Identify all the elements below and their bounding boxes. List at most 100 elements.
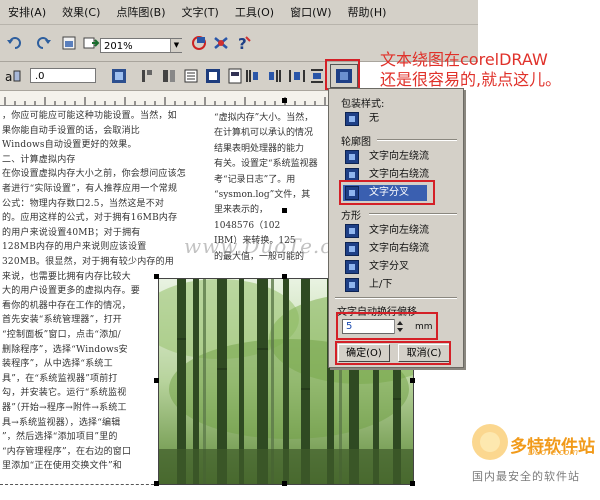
- bullet-icon[interactable]: [182, 67, 200, 85]
- document-text-line: 来说，也需要比拥有内存比较大: [2, 271, 131, 282]
- zoom-level-value: 201%: [104, 41, 133, 52]
- square-title: 方形: [341, 211, 361, 222]
- import-icon[interactable]: [60, 34, 78, 52]
- above-below-icon: [345, 278, 359, 292]
- square-flow-right-label: 文字向右绕流: [369, 243, 429, 254]
- ok-button-highlight: [335, 341, 451, 365]
- divider: [335, 297, 457, 299]
- selection-handle[interactable]: [282, 481, 287, 486]
- document-text-line: 里添加“正在使用交换文件”和: [2, 461, 123, 472]
- square-flow-left-label: 文字向左绕流: [369, 225, 429, 236]
- zoom-dropdown-arrow[interactable]: ▼: [170, 39, 182, 52]
- duote-logo-slogan: 国内最安全的软件站: [472, 470, 580, 483]
- screenshot-stage: 安排(A) 效果(C) 点阵图(B) 文字(T) 工具(O) 窗口(W) 帮助(…: [0, 0, 600, 500]
- columns-icon[interactable]: [160, 67, 178, 85]
- text-frame-handle[interactable]: [282, 98, 287, 103]
- document-text-line: 在你设置虚拟内存大小之前，你会想问应该怎: [2, 169, 187, 180]
- offset-highlight: [336, 312, 438, 340]
- document-text-line: 的。应用这样的公式，对于拥有16MB内存: [2, 213, 178, 224]
- contour-flow-left-label: 文字向左绕流: [369, 151, 429, 162]
- document-text-line: 1048576（102: [214, 220, 281, 231]
- application-launcher-icon[interactable]: [190, 34, 208, 52]
- divider: [377, 139, 457, 141]
- text-frame-handle[interactable]: [282, 208, 287, 213]
- align-icon[interactable]: [138, 67, 156, 85]
- document-text-line: 里来表示的，: [214, 205, 269, 216]
- document-text-line: 勾，并安装它。运行“系统监视: [2, 388, 127, 399]
- corel-online-icon[interactable]: [212, 34, 230, 52]
- duote-logo-icon: [472, 424, 508, 460]
- square-straddle-icon: [345, 260, 359, 274]
- square-straddle-option[interactable]: 文字分叉: [345, 259, 409, 275]
- offset-field[interactable]: .0: [30, 68, 96, 83]
- document-text-line: 装程序”，从中选择“系统工: [2, 359, 113, 370]
- undo-icon[interactable]: [6, 34, 24, 52]
- menu-tools[interactable]: 工具(O): [227, 4, 282, 20]
- flow-left-icon: [345, 150, 359, 164]
- wrap-none-label: 无: [369, 113, 379, 124]
- annotation-line-1: 文本绕图在corelDRAW: [380, 50, 548, 69]
- duote-logo-url: DuoTe.com: [528, 448, 579, 458]
- document-text-line: 128MB内存的用户来说则应该设置: [2, 242, 147, 253]
- wrap-button-highlight: [325, 59, 360, 90]
- text-straddle-icon[interactable]: [288, 67, 306, 85]
- document-text-line: 删除程序”，选择“Windows安: [2, 344, 128, 355]
- menu-text[interactable]: 文字(T): [174, 4, 227, 20]
- square-flow-left-option[interactable]: 文字向左绕流: [345, 223, 429, 239]
- menu-bar: 安排(A) 效果(C) 点阵图(B) 文字(T) 工具(O) 窗口(W) 帮助(…: [0, 0, 478, 25]
- contour-title: 轮廓图: [341, 137, 371, 148]
- document-text-line: “虚拟内存”大小。当然，: [214, 113, 314, 123]
- menu-arrange[interactable]: 安排(A): [0, 4, 54, 20]
- contour-flow-left-option[interactable]: 文字向左绕流: [345, 149, 429, 165]
- help-icon[interactable]: ?: [234, 34, 252, 52]
- annotation-text: 文本绕图在corelDRAW 还是很容易的,就点这儿。: [380, 50, 561, 90]
- selection-handle[interactable]: [154, 274, 159, 279]
- offset-field-value: .0: [35, 71, 45, 82]
- selection-handle[interactable]: [154, 481, 159, 486]
- document-text-line: 320MB。很显然，对于拥有较少内存的用: [2, 257, 175, 267]
- horizontal-ruler: [0, 91, 330, 106]
- square-flow-right-icon: [345, 242, 359, 256]
- selection-handle[interactable]: [282, 274, 287, 279]
- document-text-line: ”，然后选择“添加项目”里的: [2, 432, 118, 443]
- document-text-line: 考“记录日志”了。用: [214, 174, 296, 185]
- menu-effects[interactable]: 效果(C): [54, 4, 108, 20]
- text-flow-left-icon[interactable]: [244, 67, 262, 85]
- document-text-line: 果你能自动手设置的话，会取消比: [2, 125, 141, 136]
- dropcap-icon[interactable]: [204, 67, 222, 85]
- export-icon[interactable]: [82, 34, 100, 52]
- square-above-below-option[interactable]: 上/下: [345, 277, 392, 293]
- character-format-icon[interactable]: a: [4, 67, 22, 85]
- square-above-below-label: 上/下: [369, 279, 393, 290]
- menu-help[interactable]: 帮助(H): [340, 4, 395, 20]
- document-text-line: “sysmon.log”文件，其: [214, 190, 311, 200]
- document-text-line: 大的用户设置更多的虚拟内存。要: [2, 286, 141, 297]
- document-text-line: 有关。设置定“系统监视器: [214, 159, 318, 170]
- document-text-line: 首先安装“系统管理器”，打开: [2, 315, 123, 326]
- document-text-line: 看你的机器中存在工作的情况，: [2, 300, 131, 311]
- wrap-none-option[interactable]: 无: [345, 111, 379, 127]
- annotation-line-2: 还是很容易的,就点这儿。: [380, 70, 562, 89]
- menu-bitmaps[interactable]: 点阵图(B): [108, 4, 173, 20]
- document-text-line: 结果表明处理器的能力: [214, 143, 305, 154]
- redo-icon[interactable]: [34, 34, 52, 52]
- square-flow-right-option[interactable]: 文字向右绕流: [345, 241, 429, 257]
- document-text-line: 在计算机可以承认的情况: [214, 128, 314, 139]
- frame-icon[interactable]: [226, 67, 244, 85]
- menu-window[interactable]: 窗口(W): [282, 4, 339, 20]
- document-text-line: “控制面板”窗口，点击“添加/: [2, 330, 121, 340]
- document-text-line: 者进行“实际设置”，有人推荐应用一个常规: [2, 184, 178, 194]
- svg-text:?: ?: [238, 35, 247, 52]
- svg-text:a: a: [5, 70, 12, 84]
- text-above-below-icon[interactable]: [308, 67, 326, 85]
- document-text-line: 的用户来说设置40MB；对于拥有: [2, 227, 141, 238]
- selection-handle[interactable]: [154, 378, 159, 383]
- selection-handle[interactable]: [410, 481, 415, 486]
- selection-handle[interactable]: [410, 378, 415, 383]
- text-flow-right-icon[interactable]: [266, 67, 284, 85]
- straddle-highlight: [339, 180, 435, 205]
- document-text-line: 器”（开始→程序→附件→系统工: [2, 403, 127, 413]
- document-text-line: 公式：物理内存数口2.5，当然这是不对: [2, 198, 165, 209]
- paragraph-format-icon[interactable]: [110, 67, 128, 85]
- wrap-style-title: 包装样式:: [341, 99, 385, 110]
